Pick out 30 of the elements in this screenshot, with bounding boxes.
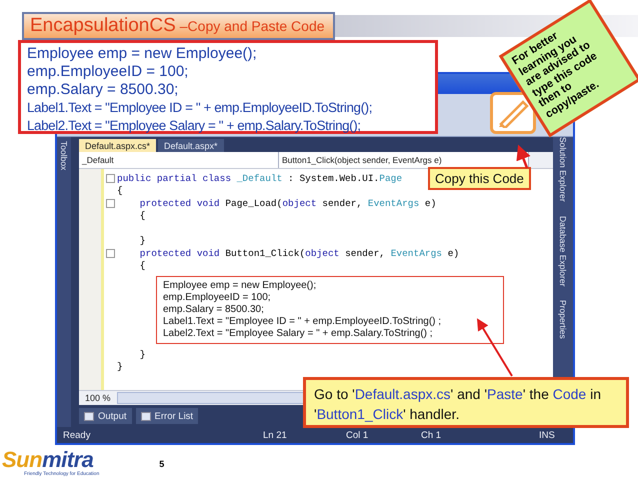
code-line: {: [116, 184, 123, 197]
code-line: Label2.Text = "Employee Salary = " + emp.Salary.ToString() ;: [163, 328, 434, 340]
status-text: INS: [539, 430, 556, 440]
status-text: Ch 1: [421, 430, 442, 440]
code-line: protected void Page_Load(object sender, EventArgs e): [106, 197, 436, 210]
page-number: 5: [159, 459, 164, 469]
callout: Copy this Code: [428, 167, 531, 190]
status-text: Ln 21: [263, 430, 288, 440]
logo-wordmark: Sunmitra: [2, 449, 94, 471]
code-line: protected void Button1_Click(object sender, EventArgs e): [106, 247, 460, 260]
slide-subtitle: –Copy and Paste Code: [180, 18, 325, 34]
code-line: emp.EmployeeID = 100;: [163, 292, 272, 304]
code-line: }: [138, 348, 146, 360]
code-line: }: [116, 360, 123, 373]
code-line: emp.EmployeeID = 100;: [27, 63, 190, 81]
status-text: Ready: [63, 430, 92, 440]
code-line: Employee emp = new Employee();: [27, 45, 258, 63]
code-line: Label2.Text = "Employee Salary = " + emp.Salary.ToString();: [27, 117, 362, 135]
code-line: public partial class _Default : System.Web.UI.Page: [106, 172, 402, 184]
code-line: {: [138, 210, 146, 222]
code-line: Label1.Text = "Employee ID = " + emp.EmployeeID.ToString();: [27, 99, 374, 117]
callout: Go to 'Default.aspx.cs' and 'Paste' the Code in 'Button1_Click' handler.: [303, 377, 629, 428]
status-text: Col 1: [346, 430, 370, 440]
code-line: emp.Salary = 8500.30;: [27, 81, 180, 99]
slide-title: EncapsulationCS: [30, 15, 176, 37]
code-line: {: [138, 260, 146, 272]
code-line: Employee emp = new Employee();: [163, 280, 318, 292]
code-line: Label1.Text = "Employee ID = " + emp.EmployeeID.ToString() ;: [163, 316, 442, 328]
code-line: }: [138, 234, 146, 247]
code-line: emp.Salary = 8500.30;: [163, 304, 265, 316]
